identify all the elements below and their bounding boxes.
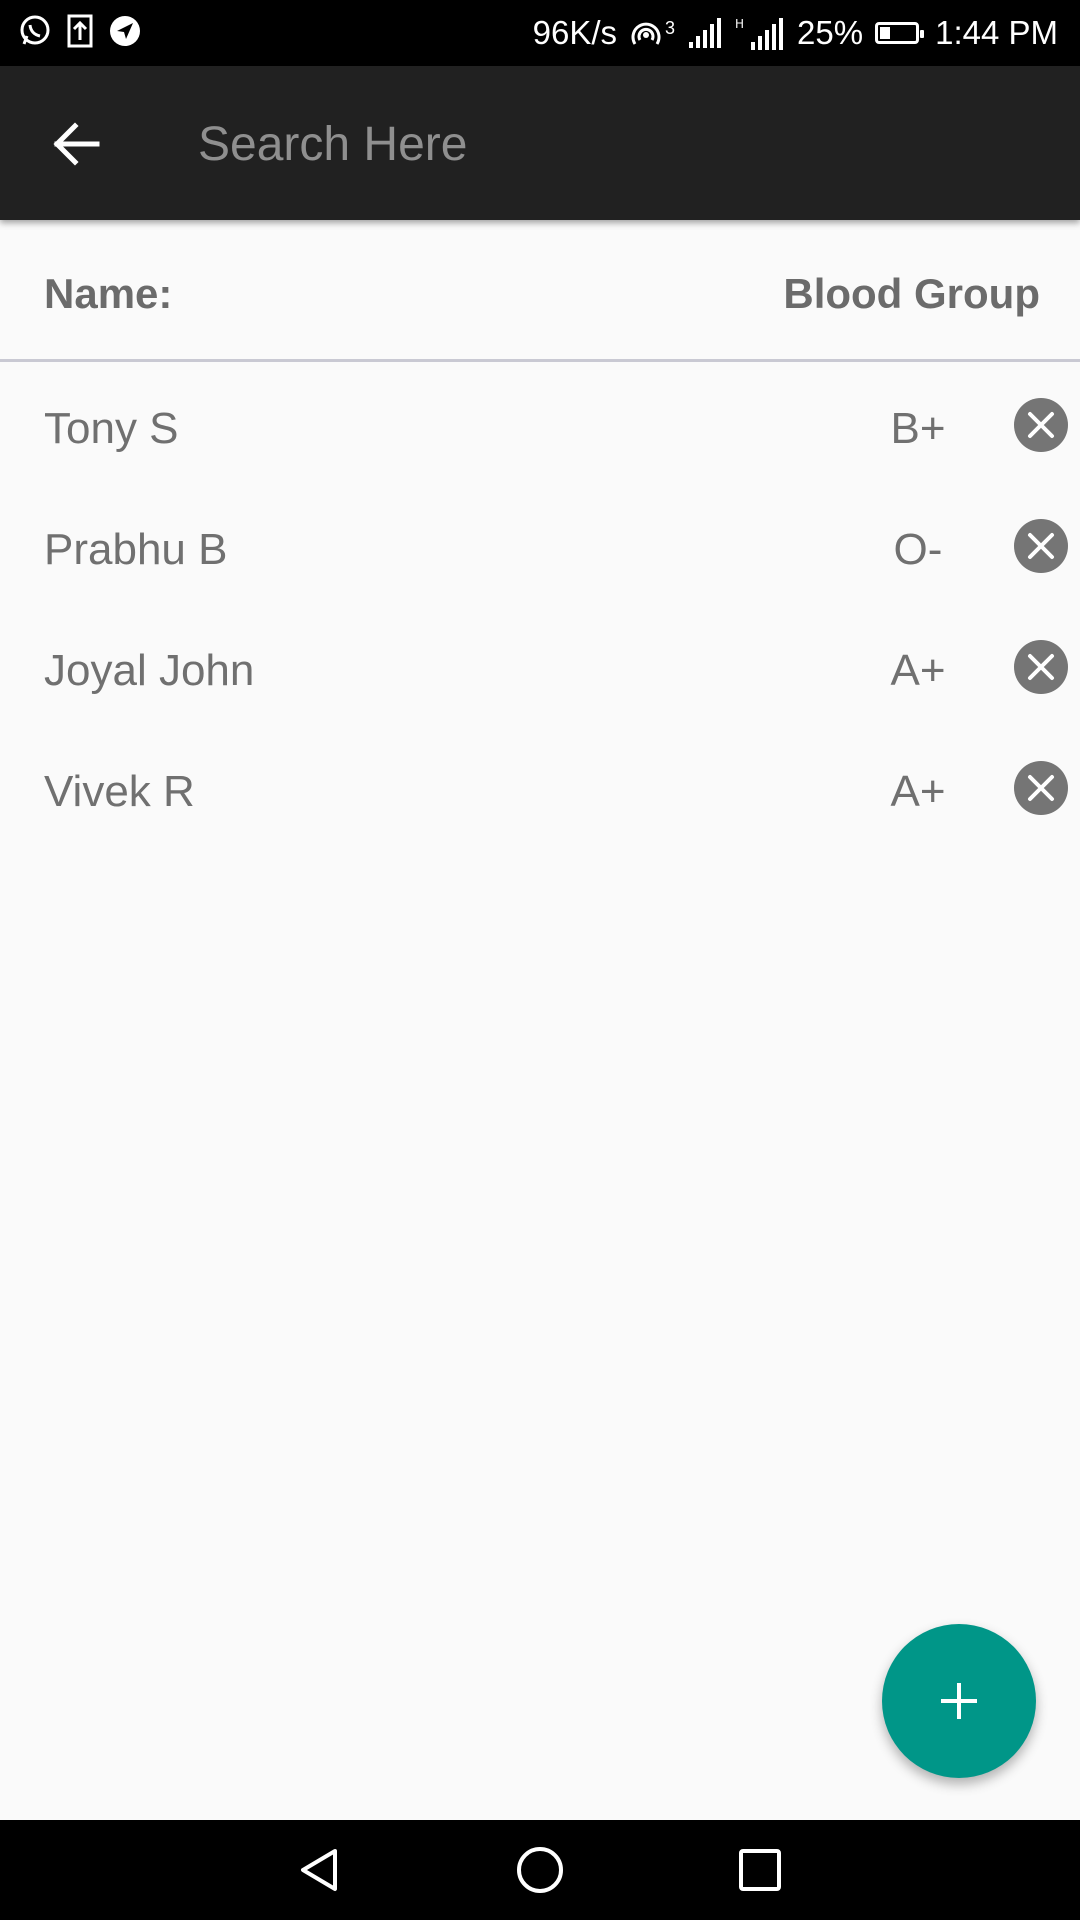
nav-recents-button[interactable]: [730, 1840, 790, 1900]
donor-blood-group: O-: [893, 525, 943, 574]
back-button[interactable]: [38, 106, 114, 182]
nav-back-button[interactable]: [290, 1840, 350, 1900]
donor-blood-group: B+: [890, 404, 946, 453]
net-speed: 96K/s: [532, 14, 618, 51]
donor-name: Joyal John: [44, 646, 255, 695]
plus-icon: [941, 1683, 977, 1719]
list-item[interactable]: Tony S B+: [0, 368, 1080, 489]
remove-donor-button[interactable]: [1014, 640, 1068, 694]
donor-name: Prabhu B: [44, 525, 228, 574]
donor-name: Tony S: [44, 404, 179, 453]
list-item[interactable]: Prabhu B O-: [0, 489, 1080, 610]
list-item[interactable]: Vivek R A+: [0, 731, 1080, 852]
close-icon: [1028, 533, 1054, 559]
notification-icons: [18, 14, 142, 48]
donor-list: Tony S B+ Prabhu B O- Joyal John A+ Vive…: [0, 368, 1080, 852]
signal-h-icon: H: [735, 17, 784, 50]
list-header: Name: Blood Group: [0, 220, 1080, 362]
navigation-icon: [110, 16, 140, 46]
circle-home-icon: [517, 1847, 563, 1893]
status-info: 96K/s 3 H 25% 1:44 PM: [533, 0, 1058, 66]
navigation-bar: [0, 1820, 1080, 1920]
svg-text:H: H: [735, 17, 744, 31]
search-input[interactable]: [198, 104, 1018, 184]
blood-group-column-header: Blood Group: [783, 270, 1040, 317]
clock: 1:44 PM: [935, 14, 1058, 51]
list-item[interactable]: Joyal John A+: [0, 610, 1080, 731]
close-icon: [1028, 775, 1054, 801]
battery-icon: [875, 22, 925, 44]
arrow-back-icon: [53, 122, 100, 166]
hotspot-icon: 3: [629, 18, 675, 48]
triangle-back-icon: [301, 1849, 337, 1891]
battery-percent: 25%: [797, 14, 864, 51]
whatsapp-icon: [20, 15, 50, 45]
square-recents-icon: [739, 1849, 781, 1891]
name-column-header: Name:: [44, 270, 173, 317]
donor-blood-group: A+: [890, 646, 946, 695]
remove-donor-button[interactable]: [1014, 519, 1068, 573]
close-icon: [1028, 654, 1054, 680]
remove-donor-button[interactable]: [1014, 761, 1068, 815]
toolbar: [0, 66, 1080, 220]
close-icon: [1028, 412, 1054, 438]
add-donor-button[interactable]: [882, 1624, 1036, 1778]
upload-icon: [67, 14, 93, 48]
donor-blood-group: A+: [890, 767, 946, 816]
signal-icon: [689, 18, 722, 48]
status-bar: 96K/s 3 H 25% 1:44 PM: [0, 0, 1080, 66]
donor-name: Vivek R: [44, 767, 195, 816]
hotspot-badge: 3: [665, 18, 676, 38]
nav-home-button[interactable]: [510, 1840, 570, 1900]
screen: 96K/s 3 H 25% 1:44 PM Search Here Name: …: [0, 0, 1080, 1920]
remove-donor-button[interactable]: [1014, 398, 1068, 452]
